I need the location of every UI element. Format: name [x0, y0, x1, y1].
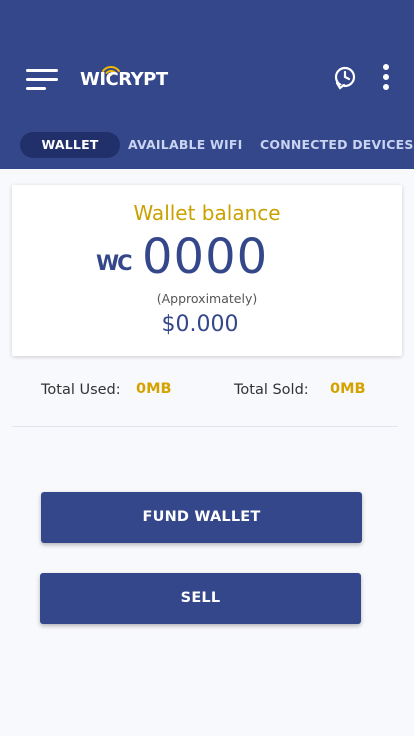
logo-text: WICRYPT — [80, 69, 168, 90]
total-used-label: Total Used: — [41, 382, 121, 398]
total-sold-label: Total Sold: — [234, 382, 309, 398]
divider — [12, 426, 398, 427]
wallet-balance-card: Wallet balance WC 0000 (Approximately) $… — [12, 185, 402, 356]
tab-bar: WALLET AVAILABLE WIFI CONNECTED DEVICES — [0, 130, 414, 160]
balance-value: 0000 — [142, 229, 269, 285]
tab-wallet[interactable]: WALLET — [20, 132, 120, 158]
wallet-balance-title: Wallet balance — [133, 201, 281, 225]
total-sold-value: 0MB — [330, 381, 366, 397]
app-header: WICRYPT WALLET AVAILABLE WIFI CONNECTED … — [0, 0, 414, 169]
approx-label: (Approximately) — [156, 291, 258, 306]
total-used-value: 0MB — [136, 381, 172, 397]
fund-wallet-button[interactable]: FUND WALLET — [41, 492, 362, 543]
hamburger-menu-icon[interactable] — [26, 69, 58, 91]
vertical-dots-icon[interactable] — [382, 64, 390, 90]
tab-available-wifi[interactable]: AVAILABLE WIFI — [128, 132, 242, 158]
usage-stats: Total Used: 0MB Total Sold: 0MB — [0, 380, 414, 402]
currency-label: WC — [96, 251, 133, 275]
app-logo: WICRYPT — [80, 64, 170, 92]
sell-button[interactable]: SELL — [40, 573, 361, 624]
tab-connected-devices[interactable]: CONNECTED DEVICES — [260, 132, 413, 158]
usd-value: $0.000 — [161, 312, 239, 337]
clock-history-icon[interactable] — [333, 66, 357, 92]
